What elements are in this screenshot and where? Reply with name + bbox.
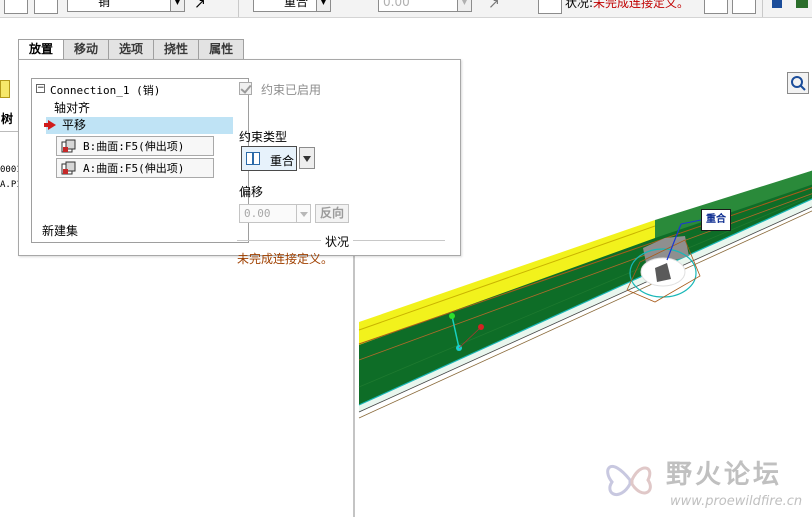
tab-options[interactable]: 选项 bbox=[108, 39, 155, 59]
status-title: 状况 bbox=[321, 233, 354, 250]
chevron-down-icon[interactable]: ▼ bbox=[457, 0, 471, 11]
flip-arrow-icon[interactable]: ↗ bbox=[488, 0, 500, 12]
status-text: 未完成连接定义。 bbox=[237, 252, 334, 266]
toolbar-button[interactable] bbox=[4, 0, 28, 14]
butterfly-logo-icon bbox=[606, 465, 652, 496]
constraint-type-value: 重合 bbox=[270, 154, 295, 168]
tab-move[interactable]: 移动 bbox=[63, 39, 110, 59]
offset-input[interactable]: 0.00 ▼ bbox=[378, 0, 472, 12]
folder-icon[interactable] bbox=[0, 80, 10, 98]
preview-icon[interactable] bbox=[732, 0, 756, 14]
tab-flexibility[interactable]: 挠性 bbox=[153, 39, 200, 59]
toolbar-divider bbox=[238, 0, 239, 17]
chevron-down-icon[interactable] bbox=[299, 147, 315, 169]
new-set-link[interactable]: 新建集 bbox=[42, 222, 78, 239]
apply-icon[interactable] bbox=[704, 0, 728, 14]
zoom-icon[interactable] bbox=[787, 72, 809, 94]
tab-placement[interactable]: 放置 bbox=[18, 39, 65, 60]
axis-align-node[interactable]: 轴对齐 bbox=[54, 99, 90, 116]
translate-label: 平移 bbox=[62, 118, 87, 132]
tab-properties[interactable]: 属性 bbox=[198, 39, 245, 59]
constraint-tag[interactable]: 重合 bbox=[701, 209, 731, 231]
model-tree-strip: 树 0001 A.P1 bbox=[0, 18, 22, 517]
status-label: 状况: bbox=[565, 0, 594, 10]
confirm-icon[interactable] bbox=[796, 0, 808, 8]
constraint-type-select[interactable]: 重合 ▼ bbox=[253, 0, 331, 12]
surface-icon bbox=[61, 139, 76, 153]
set-type-select[interactable]: 销 ▼ bbox=[67, 0, 185, 12]
translate-node[interactable]: 平移 bbox=[44, 117, 233, 134]
reference-label: B:曲面:F5(伸出项) bbox=[83, 140, 185, 153]
chevron-down-icon[interactable]: ▼ bbox=[316, 0, 330, 11]
constraint-type-button[interactable]: 重合 bbox=[241, 146, 297, 171]
reference-label: A:曲面:F5(伸出项) bbox=[83, 162, 185, 175]
watermark: 野火论坛 www.proewildfire.cn bbox=[600, 450, 812, 517]
placement-panel: − Connection_1 (销) 轴对齐 平移 B:曲面:F5(伸出项) A… bbox=[18, 59, 461, 266]
collapse-icon[interactable]: − bbox=[36, 84, 45, 93]
connection-node[interactable]: Connection_1 (销) bbox=[50, 82, 160, 98]
tree-label: 树 bbox=[1, 112, 14, 126]
pause-icon[interactable] bbox=[772, 0, 782, 8]
arrow-icon[interactable]: ↗ bbox=[194, 0, 206, 12]
offset-value: 0.00 bbox=[383, 0, 410, 9]
constraint-type-value: 重合 bbox=[284, 0, 309, 9]
divider bbox=[0, 131, 18, 132]
flip-button[interactable]: 反向 bbox=[315, 204, 349, 223]
set-type-value: 销 bbox=[98, 0, 111, 9]
watermark-title: 野火论坛 bbox=[666, 460, 783, 490]
surface-icon bbox=[61, 161, 76, 175]
connection-tree[interactable]: − Connection_1 (销) 轴对齐 平移 B:曲面:F5(伸出项) A… bbox=[31, 78, 249, 243]
sphere-icon[interactable] bbox=[538, 0, 562, 14]
reference-item[interactable]: A:曲面:F5(伸出项) bbox=[56, 158, 214, 178]
constraint-enabled-checkbox[interactable] bbox=[239, 82, 252, 95]
status-value: 未完成连接定义。 bbox=[593, 0, 690, 10]
toolbar-status: 状况:未完成连接定义。 bbox=[565, 0, 689, 11]
chevron-down-icon[interactable] bbox=[296, 205, 310, 222]
reference-item[interactable]: B:曲面:F5(伸出项) bbox=[56, 136, 214, 156]
dialog-tabs: 放置 移动 选项 挠性 属性 bbox=[18, 39, 245, 60]
toolbar-button[interactable] bbox=[34, 0, 58, 14]
toolbar-divider bbox=[762, 0, 763, 17]
offset-value: 0.00 bbox=[244, 207, 271, 220]
constraint-type-label: 约束类型 bbox=[239, 130, 288, 144]
chevron-down-icon[interactable]: ▼ bbox=[170, 0, 184, 11]
constraint-enabled-label: 约束已启用 bbox=[261, 83, 322, 97]
offset-label: 偏移 bbox=[239, 185, 264, 199]
watermark-url: www.proewildfire.cn bbox=[670, 494, 803, 509]
offset-input[interactable]: 0.00 bbox=[239, 204, 311, 223]
arrow-right-icon bbox=[44, 120, 56, 130]
coincident-icon bbox=[246, 152, 260, 165]
top-toolbar: 销 ▼ ↗ 重合 ▼ 0.00 ▼ ↗ 状况:未完成连接定义。 bbox=[0, 0, 812, 18]
